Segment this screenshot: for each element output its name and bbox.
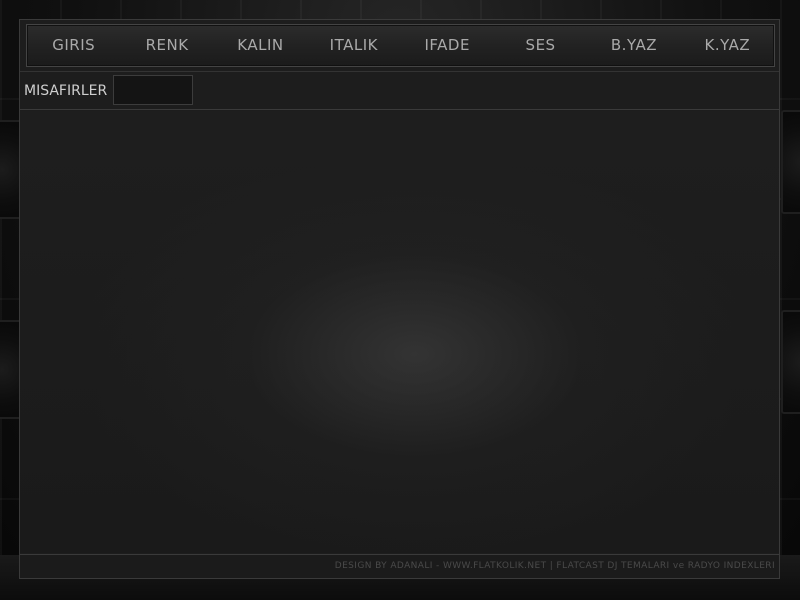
page-background: GIRIS RENK KALIN ITALIK IFADE SES B.YAZ … <box>0 0 800 600</box>
nav-item-kyaz[interactable]: K.YAZ <box>681 24 774 67</box>
chat-panel: GIRIS RENK KALIN ITALIK IFADE SES B.YAZ … <box>19 19 780 579</box>
nav-item-italik[interactable]: ITALIK <box>307 24 400 67</box>
footer-credit: DESIGN BY ADANALI - WWW.FLATKOLIK.NET | … <box>334 561 775 571</box>
nav-item-ses[interactable]: SES <box>494 24 587 67</box>
speaker-decoration <box>781 310 800 414</box>
nav-item-ifade[interactable]: IFADE <box>401 24 494 67</box>
speaker-decoration <box>781 110 800 214</box>
nav-item-kalin[interactable]: KALIN <box>214 24 307 67</box>
chat-content-area[interactable] <box>20 111 779 553</box>
guests-label: MISAFIRLER <box>24 83 108 99</box>
guest-bar: MISAFIRLER <box>20 72 779 110</box>
guest-count-box <box>113 75 193 105</box>
nav-item-renk[interactable]: RENK <box>120 24 213 67</box>
nav-item-byaz[interactable]: B.YAZ <box>587 24 680 67</box>
toolbar-nav: GIRIS RENK KALIN ITALIK IFADE SES B.YAZ … <box>26 24 775 67</box>
nav-item-giris[interactable]: GIRIS <box>27 24 120 67</box>
footer: DESIGN BY ADANALI - WWW.FLATKOLIK.NET | … <box>20 554 779 578</box>
